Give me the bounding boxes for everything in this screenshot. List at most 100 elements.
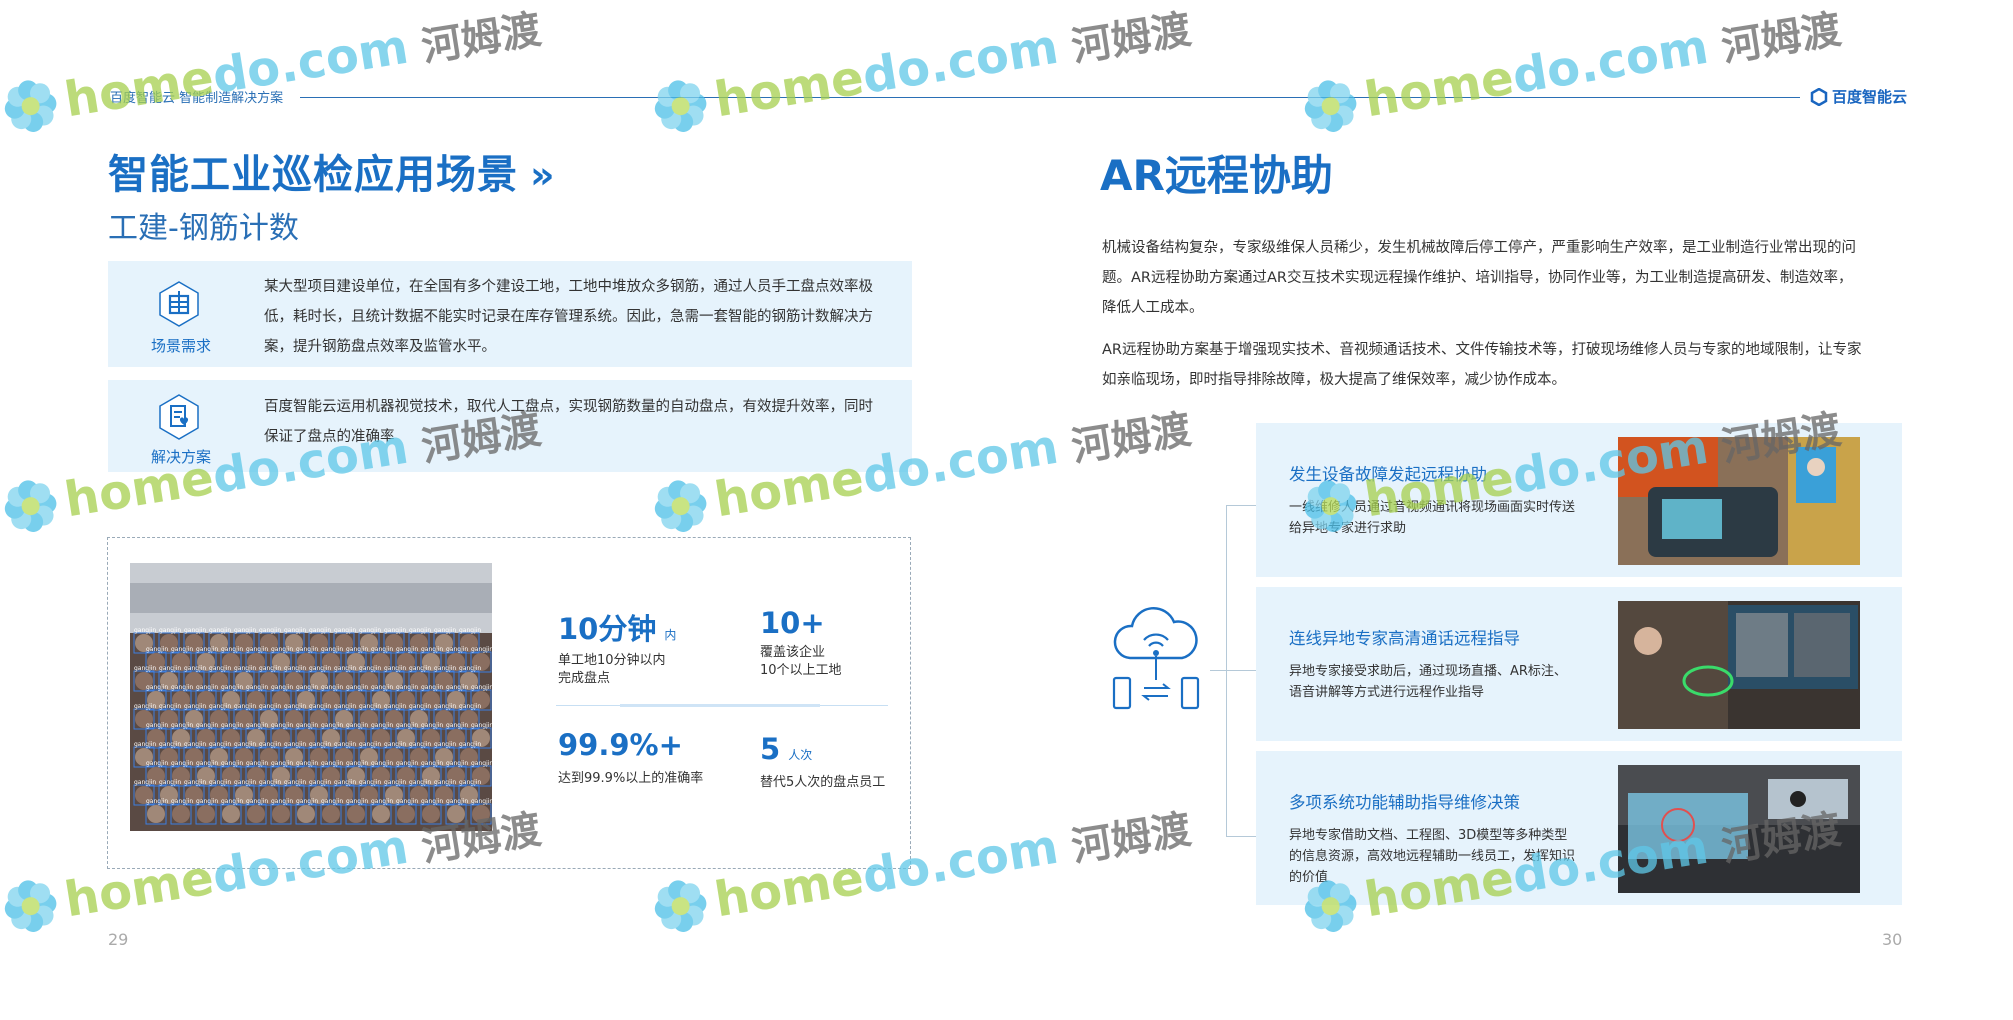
detection-label: gangjin (146, 646, 168, 653)
detection-label: gangjin (309, 741, 331, 748)
detection-label: gangjin (471, 760, 492, 767)
detection-label: gangjin (171, 760, 193, 767)
detection-label: gangjin (159, 627, 181, 634)
remote-expert-graphic (1618, 601, 1860, 729)
detection-label: gangjin (234, 703, 256, 710)
detection-label: gangjin (359, 741, 381, 748)
brand-logo-text: 百度智能云 (1832, 88, 1908, 106)
scenario-box: 场景需求 某大型项目建设单位，在全国有多个建设工地，工地中堆放众多钢筋，通过人员… (108, 261, 912, 367)
stat-time-unit: 内 (664, 628, 677, 642)
detection-label: gangjin (371, 684, 393, 691)
detection-label: gangjin (221, 760, 243, 767)
watermark: homedo.com 河姆渡 (1295, 0, 1845, 142)
detection-label: gangjin (359, 627, 381, 634)
detection-label: gangjin (459, 665, 481, 672)
watermark: homedo.com 河姆渡 (0, 0, 545, 142)
detection-label: gangjin (296, 798, 318, 805)
detection-label: gangjin (234, 779, 256, 786)
page-number-right: 30 (1882, 930, 1903, 949)
flower-logo-icon (4, 880, 57, 932)
rebar-end (347, 805, 365, 823)
detection-label: gangjin (134, 703, 156, 710)
stat-staff: 5 人次 替代5人次的盘点员工 (760, 732, 885, 792)
detection-label: gangjin (421, 760, 443, 767)
watermark-cn: 河姆渡 (1718, 6, 1845, 71)
stat-sites-value: 10+ (760, 606, 825, 640)
detection-label: gangjin (309, 627, 331, 634)
watermark-brand: homedo.com (1360, 18, 1713, 129)
detection-label: gangjin (296, 760, 318, 767)
detection-label: gangjin (446, 684, 468, 691)
stat-time: 10分钟内 单工地10分钟以内 完成盘点 (558, 606, 676, 688)
stat-sites-desc-line: 覆盖该企业 (760, 645, 826, 660)
detection-label: gangjin (446, 798, 468, 805)
detection-label: gangjin (146, 684, 168, 691)
detection-label: gangjin (159, 665, 181, 672)
rebar-end (172, 805, 190, 823)
watermark: homedo.com 河姆渡 (645, 0, 1195, 142)
stat-accuracy-value: 99.9%+ (558, 728, 683, 762)
detection-label: gangjin (171, 722, 193, 729)
detection-label: gangjin (346, 684, 368, 691)
detection-label: gangjin (184, 741, 206, 748)
detection-label: gangjin (184, 627, 206, 634)
right-page-title: AR远程协助 (1100, 151, 1333, 200)
detection-label: gangjin (284, 779, 306, 786)
detection-label: gangjin (471, 722, 492, 729)
detection-label: gangjin (396, 798, 418, 805)
detection-label: gangjin (409, 779, 431, 786)
watermark-cn: 河姆渡 (1068, 806, 1195, 871)
flower-logo-icon (654, 80, 707, 132)
detection-label: gangjin (184, 703, 206, 710)
detection-label: gangjin (334, 703, 356, 710)
detection-label: gangjin (284, 703, 306, 710)
detection-label: gangjin (434, 779, 456, 786)
detection-label: gangjin (159, 741, 181, 748)
detection-label: gangjin (234, 665, 256, 672)
detection-label: gangjin (209, 779, 231, 786)
detection-label: gangjin (309, 665, 331, 672)
detection-label: gangjin (421, 646, 443, 653)
left-title-text: 智能工业巡检应用场景 (108, 152, 518, 198)
detection-label: gangjin (271, 798, 293, 805)
ar-step-card-2: 连线异地专家高清通话远程指导 异地专家接受求助后，通过现场直播、AR标注、语音讲… (1256, 587, 1902, 741)
flower-logo-icon (1304, 80, 1357, 132)
flower-logo-icon (1304, 480, 1357, 532)
stat-staff-desc: 替代5人次的盘点员工 (760, 775, 886, 790)
stat-time-value: 10分钟 (558, 612, 657, 646)
detection-label: gangjin (334, 665, 356, 672)
detection-label: gangjin (271, 760, 293, 767)
flower-logo-icon (654, 480, 707, 532)
stat-accuracy: 99.9%+ 达到99.9%以上的准确率 (558, 728, 703, 788)
detection-label: gangjin (384, 703, 406, 710)
detection-label: gangjin (396, 684, 418, 691)
flower-logo-icon (4, 480, 57, 532)
stat-staff-value: 5 (760, 732, 781, 766)
detection-label: gangjin (221, 798, 243, 805)
detection-label: gangjin (209, 741, 231, 748)
building-icon (159, 281, 199, 327)
detection-label: gangjin (171, 798, 193, 805)
detection-label: gangjin (396, 722, 418, 729)
detection-label: gangjin (359, 703, 381, 710)
detection-label: gangjin (321, 798, 343, 805)
stat-accuracy-desc: 达到99.9%以上的准确率 (558, 771, 704, 786)
detection-label: gangjin (246, 760, 268, 767)
detection-label: gangjin (196, 722, 218, 729)
detection-label: gangjin (146, 722, 168, 729)
detection-label: gangjin (409, 741, 431, 748)
stat-sites-desc: 覆盖该企业 10个以上工地 (760, 644, 842, 680)
detection-label: gangjin (134, 627, 156, 634)
brand-logo-icon (1810, 87, 1828, 106)
detection-label: gangjin (296, 684, 318, 691)
detection-label: gangjin (196, 684, 218, 691)
rebar-end (197, 805, 215, 823)
detection-label: gangjin (171, 646, 193, 653)
card-2-desc: 异地专家接受求助后，通过现场直播、AR标注、语音讲解等方式进行远程作业指导 (1289, 664, 1567, 700)
detection-label: gangjin (421, 798, 443, 805)
cloud-devices-icon (1112, 606, 1200, 710)
left-page-title: 智能工业巡检应用场景 » (108, 142, 556, 200)
detection-label: gangjin (134, 665, 156, 672)
rebar-photo-graphic: gangjin gangjin gangjin gangjin gangjin gangj… (130, 563, 492, 831)
detection-label: gangjin (246, 684, 268, 691)
